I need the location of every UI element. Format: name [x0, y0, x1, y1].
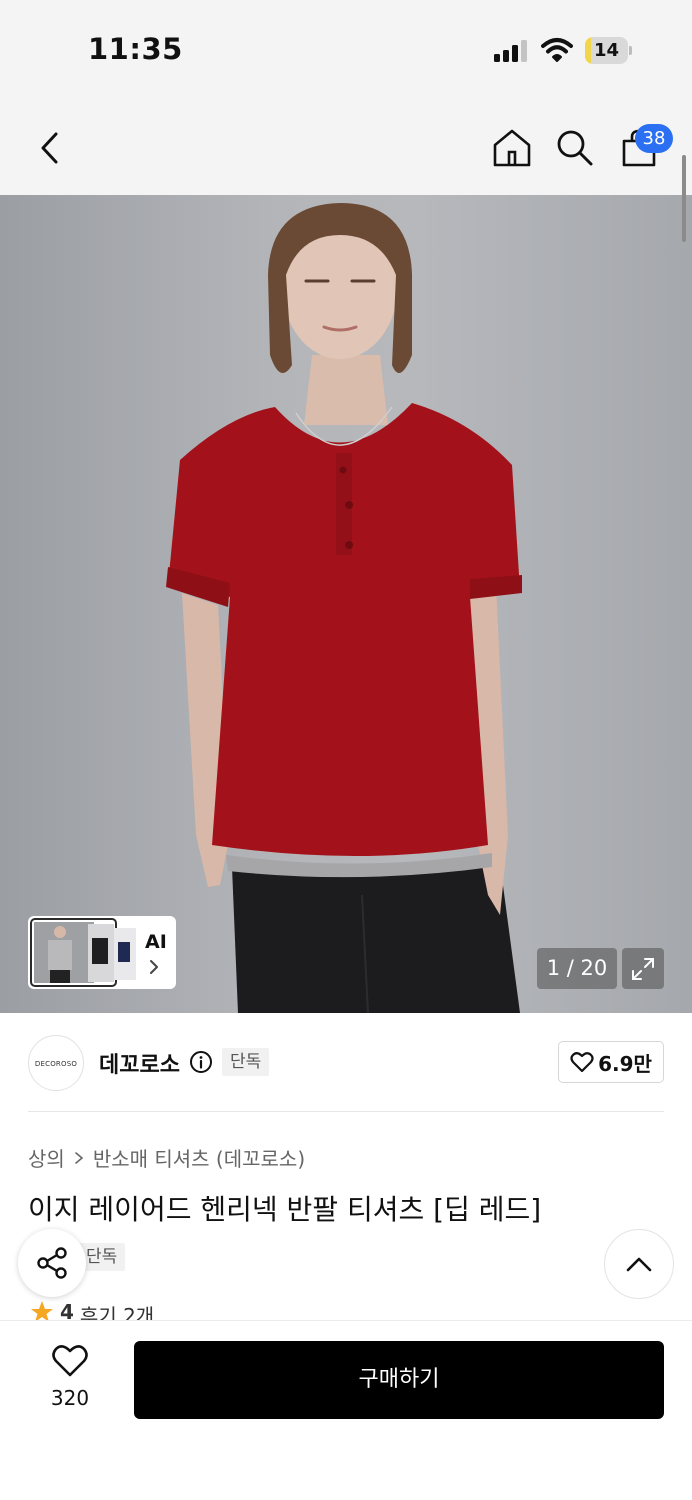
review-count: 후기 2개: [79, 1304, 155, 1320]
scroll-top-button[interactable]: [604, 1229, 674, 1299]
brand-name[interactable]: 데꼬로소: [99, 1047, 180, 1079]
product-image[interactable]: [0, 195, 692, 1013]
star-icon: [31, 1301, 53, 1320]
chevron-right-icon: [75, 1151, 84, 1164]
wishlist-button[interactable]: 320: [30, 1344, 110, 1416]
search-button[interactable]: [545, 100, 605, 195]
share-button[interactable]: [18, 1229, 86, 1297]
rating-value: 4: [60, 1300, 74, 1320]
product-photo-illustration: [166, 203, 522, 1013]
home-button[interactable]: [482, 100, 542, 195]
heart-icon: [570, 1052, 594, 1073]
heart-icon: [52, 1345, 88, 1377]
chevron-right-icon: [150, 960, 158, 974]
brand-logo[interactable]: DECOROSO: [28, 1035, 84, 1091]
brand-like-button[interactable]: 6.9만: [558, 1041, 664, 1083]
status-time: 11:35: [88, 32, 183, 66]
product-title: 이지 레이어드 헨리넥 반팔 티셔츠 [딥 레드]: [28, 1193, 542, 1226]
image-counter: 1 / 20: [537, 948, 617, 989]
chevron-up-icon: [626, 1257, 652, 1272]
app-header: [0, 100, 692, 195]
cart-count-badge: 38: [635, 124, 673, 153]
breadcrumb: 상의 반소매 티셔츠 (데꼬로소): [28, 1143, 305, 1172]
wishlist-count: 320: [50, 1386, 90, 1410]
signal-icon: [494, 40, 527, 62]
buy-button[interactable]: 구매하기: [134, 1341, 664, 1419]
brand-like-count: 6.9만: [598, 1051, 652, 1076]
breadcrumb-item-subcategory[interactable]: 반소매 티셔츠 (데꼬로소): [93, 1143, 305, 1172]
back-icon: [41, 132, 58, 163]
info-icon[interactable]: [189, 1050, 213, 1074]
battery-level: 14: [593, 40, 620, 61]
home-icon: [493, 129, 531, 166]
exclusive-badge: 단독: [222, 1048, 270, 1076]
battery-icon: 14: [585, 37, 632, 64]
search-icon: [557, 130, 593, 165]
rating-row[interactable]: 4 후기 2개: [30, 1300, 154, 1320]
ai-label: AI: [145, 931, 167, 953]
breadcrumb-item-category[interactable]: 상의: [28, 1143, 65, 1172]
expand-image-button[interactable]: [622, 948, 664, 989]
status-bar: 11:35 14: [0, 0, 692, 100]
back-button[interactable]: [20, 100, 80, 195]
expand-icon: [632, 957, 654, 980]
divider: [28, 1111, 664, 1112]
share-icon: [37, 1247, 67, 1279]
wifi-icon: [541, 38, 573, 62]
scroll-indicator[interactable]: [682, 155, 686, 242]
